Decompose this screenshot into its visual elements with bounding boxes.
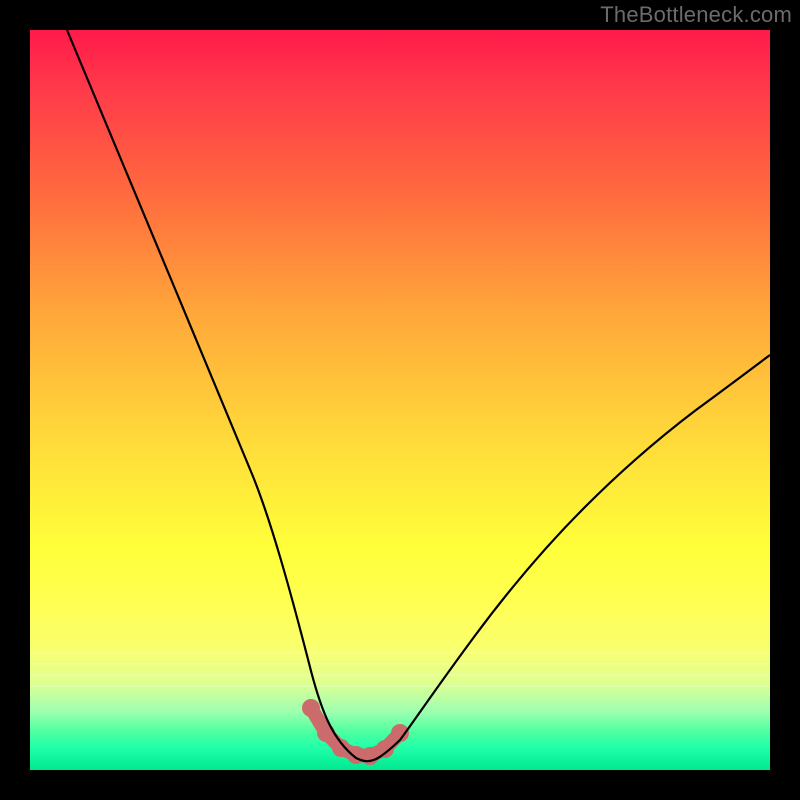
optimal-range-dot	[302, 699, 320, 717]
plot-area	[30, 30, 770, 770]
optimal-range-dot	[317, 724, 335, 742]
chart-frame: TheBottleneck.com	[0, 0, 800, 800]
bottleneck-curve	[67, 30, 770, 761]
curve-layer	[30, 30, 770, 770]
watermark-text: TheBottleneck.com	[600, 2, 792, 28]
